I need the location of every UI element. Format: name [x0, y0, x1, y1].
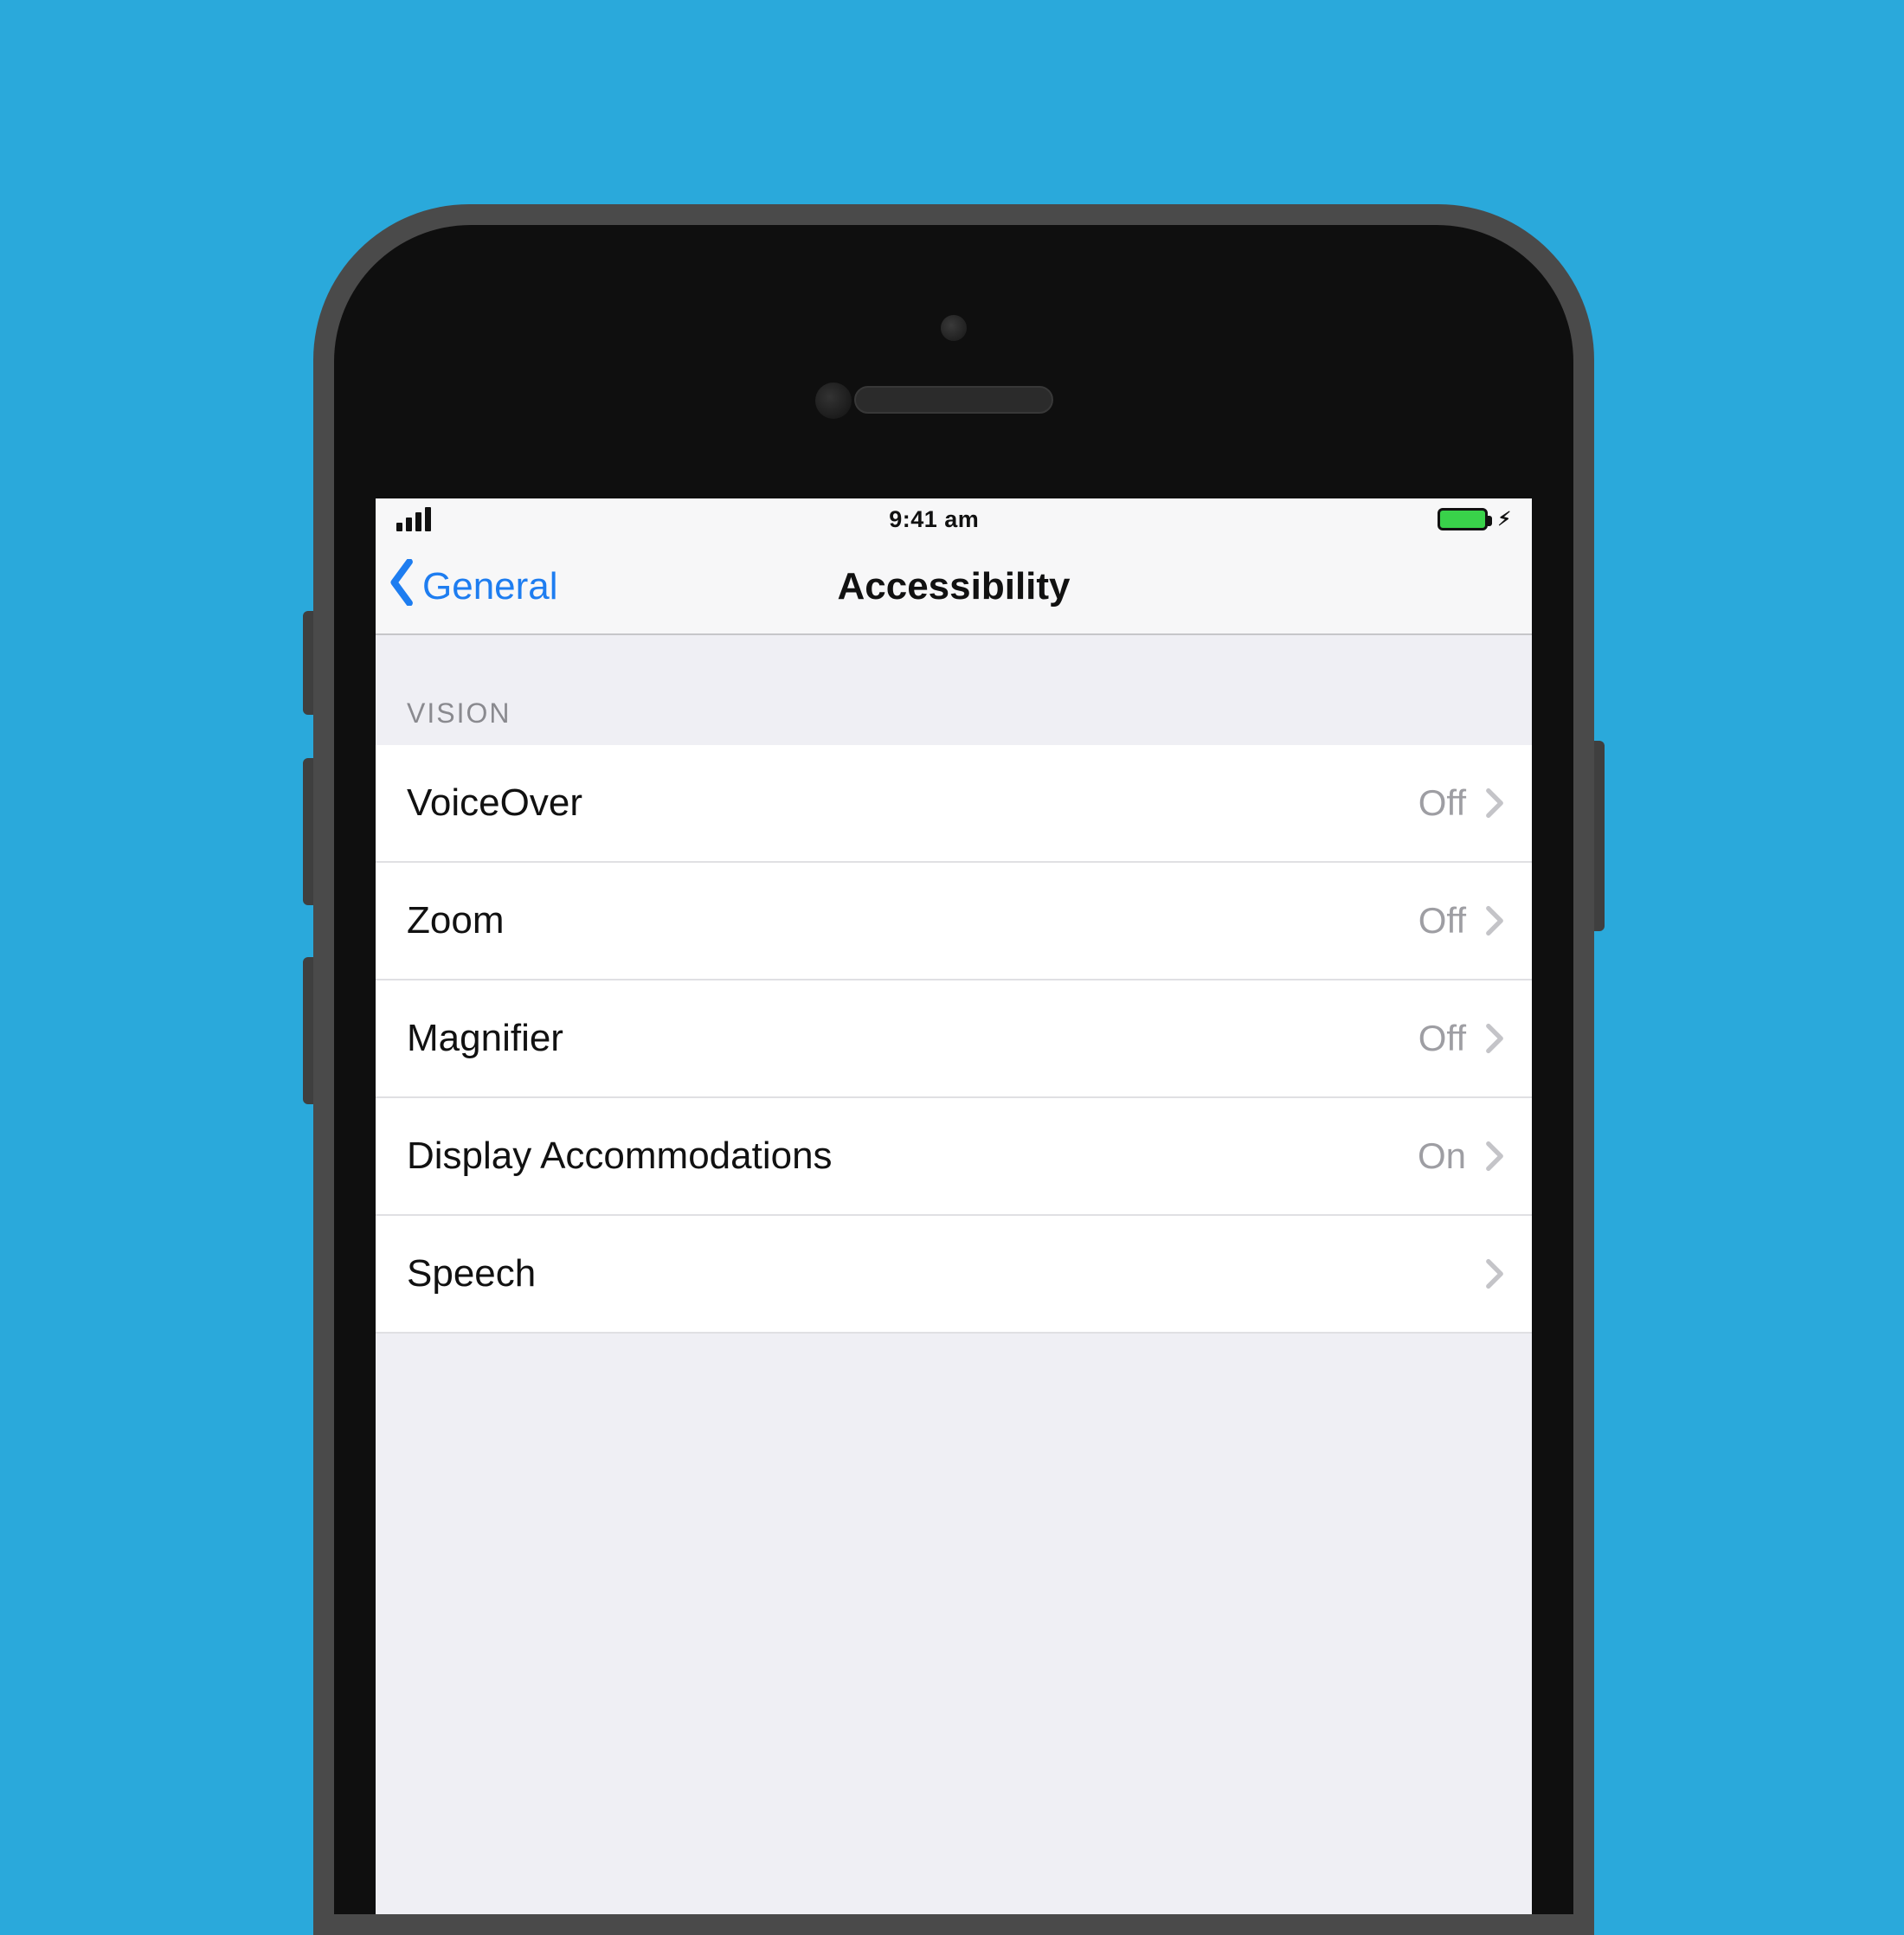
status-left	[396, 507, 431, 531]
status-time: 9:41 am	[889, 506, 979, 533]
row-magnifier[interactable]: Magnifier Off	[376, 980, 1532, 1098]
back-button[interactable]: General	[388, 540, 558, 633]
power-button	[1594, 741, 1605, 931]
chevron-left-icon	[388, 559, 417, 615]
volume-down-button	[303, 957, 313, 1104]
row-speech[interactable]: Speech	[376, 1216, 1532, 1334]
nav-bar: General Accessibility	[376, 540, 1532, 635]
row-value: Off	[1418, 1018, 1466, 1059]
chevron-right-icon	[1485, 905, 1504, 936]
row-value: On	[1418, 1135, 1466, 1177]
earpiece-speaker	[854, 386, 1053, 414]
status-bar: 9:41 am ⚡︎	[376, 498, 1532, 540]
row-trail: Off	[1418, 782, 1504, 824]
settings-list: VoiceOver Off Zoom Off	[376, 745, 1532, 1334]
row-label: Magnifier	[407, 1017, 563, 1060]
row-zoom[interactable]: Zoom Off	[376, 863, 1532, 980]
row-label: Display Accommodations	[407, 1135, 833, 1178]
row-trail: Off	[1418, 900, 1504, 942]
row-trail: Off	[1418, 1018, 1504, 1059]
row-label: VoiceOver	[407, 781, 582, 825]
camera-icon	[941, 315, 967, 341]
page-title: Accessibility	[837, 565, 1070, 608]
row-trail: On	[1418, 1135, 1504, 1177]
section-header-vision: VISION	[376, 635, 1532, 745]
row-value: Off	[1418, 782, 1466, 824]
battery-icon	[1438, 508, 1488, 530]
row-trail	[1466, 1258, 1504, 1289]
phone-frame: 9:41 am ⚡︎ General Accessibility VISION	[313, 204, 1594, 1935]
chevron-right-icon	[1485, 1023, 1504, 1054]
mute-switch	[303, 611, 313, 715]
back-label: General	[422, 565, 558, 608]
charging-icon: ⚡︎	[1498, 508, 1511, 530]
cellular-signal-icon	[396, 507, 431, 531]
screen: 9:41 am ⚡︎ General Accessibility VISION	[376, 498, 1532, 1914]
row-display-accommodations[interactable]: Display Accommodations On	[376, 1098, 1532, 1216]
row-label: Zoom	[407, 899, 504, 942]
chevron-right-icon	[1485, 1141, 1504, 1172]
status-right: ⚡︎	[1438, 508, 1511, 530]
proximity-sensor-icon	[815, 382, 852, 419]
volume-up-button	[303, 758, 313, 905]
chevron-right-icon	[1485, 788, 1504, 819]
chevron-right-icon	[1485, 1258, 1504, 1289]
phone-bezel: 9:41 am ⚡︎ General Accessibility VISION	[334, 225, 1573, 1914]
row-value: Off	[1418, 900, 1466, 942]
row-label: Speech	[407, 1252, 536, 1295]
row-voiceover[interactable]: VoiceOver Off	[376, 745, 1532, 863]
